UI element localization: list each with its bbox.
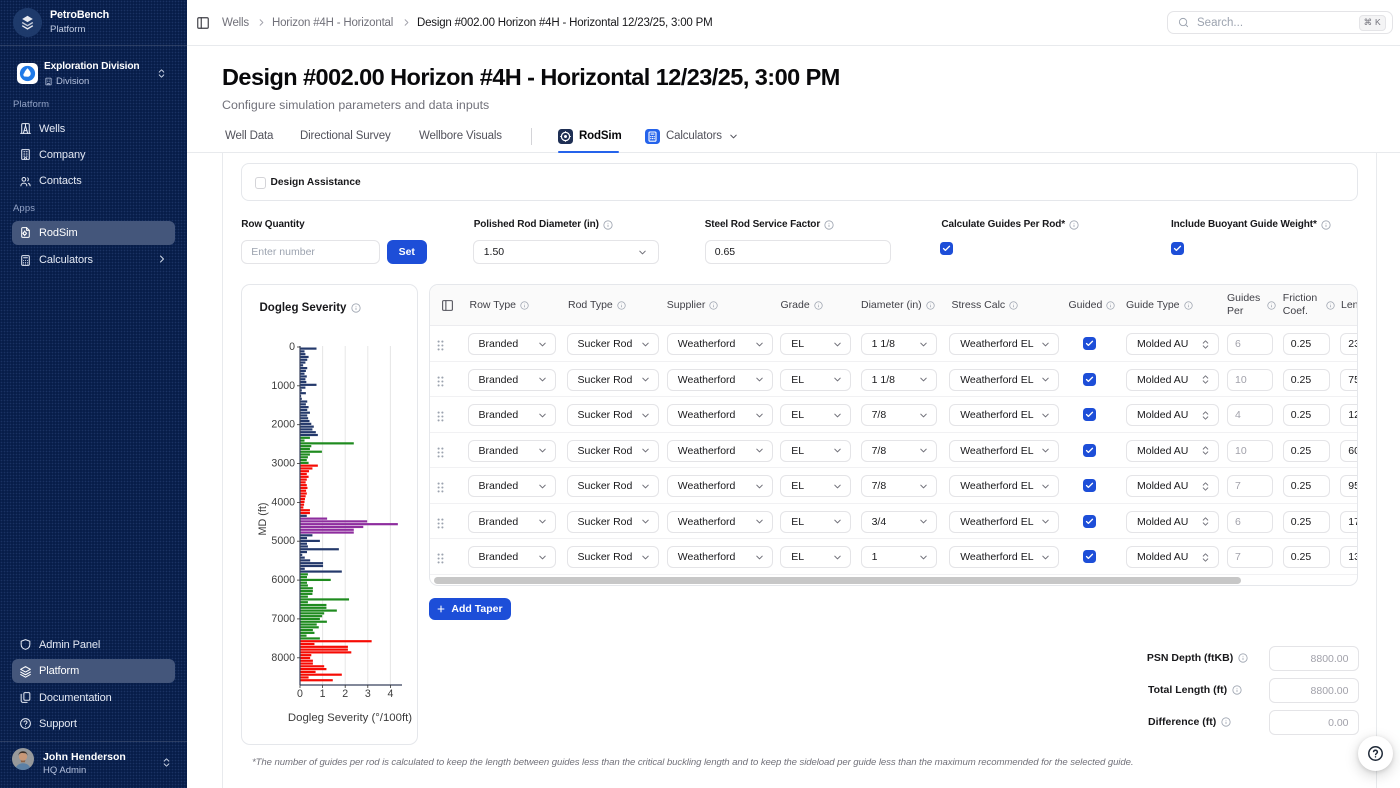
svg-text:1: 1 <box>319 688 325 700</box>
svg-text:0: 0 <box>289 341 295 353</box>
svg-text:8000: 8000 <box>271 651 295 663</box>
svg-text:1000: 1000 <box>271 379 295 391</box>
svg-text:3: 3 <box>364 688 370 700</box>
svg-text:0: 0 <box>297 688 303 700</box>
svg-text:Dogleg Severity (°/100ft): Dogleg Severity (°/100ft) <box>287 712 411 724</box>
svg-text:4: 4 <box>387 688 393 700</box>
svg-text:6000: 6000 <box>271 574 295 586</box>
svg-text:2: 2 <box>342 688 348 700</box>
svg-text:4000: 4000 <box>271 496 295 508</box>
svg-text:MD (ft): MD (ft) <box>257 502 269 535</box>
svg-text:5000: 5000 <box>271 535 295 547</box>
svg-text:2000: 2000 <box>271 418 295 430</box>
svg-text:3000: 3000 <box>271 457 295 469</box>
svg-text:7000: 7000 <box>271 612 295 624</box>
